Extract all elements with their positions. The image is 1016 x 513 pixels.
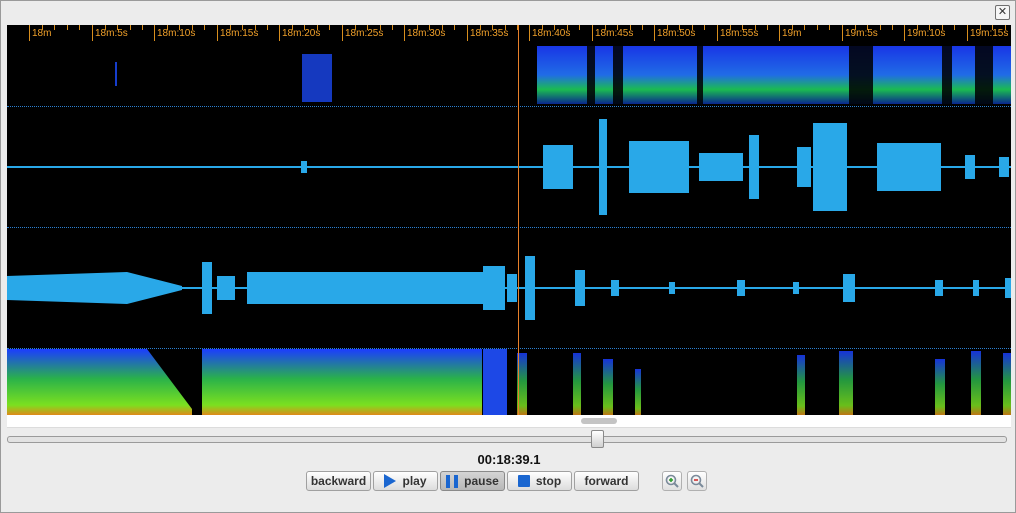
ruler-minor-tick <box>817 25 818 30</box>
ruler-tick-label: 18m:5s <box>95 28 128 39</box>
ruler-tick-label: 19m:15s <box>970 28 1009 39</box>
forward-label: forward <box>584 474 629 488</box>
bottom-spectrogram-graphic <box>7 349 1011 415</box>
ruler-tick <box>967 25 968 41</box>
waveform-2-graphic <box>7 256 1011 320</box>
ruler-tick <box>717 25 718 41</box>
playhead-cursor[interactable] <box>518 25 519 415</box>
pause-icon <box>446 474 459 488</box>
pause-button[interactable]: pause <box>440 471 505 491</box>
ruler-minor-tick <box>267 25 268 30</box>
ruler-minor-tick <box>579 25 580 30</box>
ruler-minor-tick <box>704 25 705 30</box>
ruler-minor-tick <box>142 25 143 30</box>
ruler-minor-tick <box>392 25 393 30</box>
ruler-minor-tick <box>829 25 830 30</box>
ruler-tick-label: 18m:45s <box>595 28 634 39</box>
zoom-out-icon[interactable] <box>687 471 707 491</box>
play-label: play <box>402 474 427 488</box>
ruler-tick-label: 19m:5s <box>845 28 878 39</box>
stop-label: stop <box>535 474 562 488</box>
ruler-tick <box>779 25 780 41</box>
ruler-minor-tick <box>880 25 881 30</box>
ruler-minor-tick <box>767 25 768 30</box>
scrollbar-thumb[interactable] <box>581 418 617 424</box>
close-icon[interactable]: ✕ <box>995 5 1010 20</box>
ruler-tick-label: 18m <box>32 28 52 39</box>
track-viewer[interactable]: 18m 18m:5s 18m:10s 18m:15s 18m:20s 18m:25s 18m… <box>7 25 1011 415</box>
ruler-minor-tick <box>130 25 131 30</box>
ruler-tick <box>404 25 405 41</box>
ruler-tick <box>154 25 155 41</box>
ruler-tick <box>842 25 843 41</box>
waveform-1 <box>7 107 1011 227</box>
time-ruler: 18m 18m:5s 18m:10s 18m:15s 18m:20s 18m:25s 18m… <box>7 25 1011 41</box>
stop-button[interactable]: stop <box>507 471 572 491</box>
play-icon <box>384 474 397 488</box>
ruler-tick-label: 18m:50s <box>657 28 696 39</box>
forward-button[interactable]: forward <box>574 471 639 491</box>
top-spectrogram-graphic <box>115 42 1011 106</box>
stop-icon <box>517 475 530 487</box>
horizontal-scrollbar[interactable] <box>7 415 1011 428</box>
position-slider[interactable] <box>7 436 1007 443</box>
ruler-tick <box>904 25 905 41</box>
backward-label: backward <box>310 474 367 488</box>
zoom-in-icon[interactable] <box>662 471 682 491</box>
ruler-minor-tick <box>329 25 330 30</box>
ruler-minor-tick <box>954 25 955 30</box>
backward-button[interactable]: backward <box>306 471 371 491</box>
ruler-minor-tick <box>67 25 68 30</box>
ruler-tick-label: 19m:10s <box>907 28 946 39</box>
pause-label: pause <box>464 474 499 488</box>
audio-viewer-window: ✕ 18m 18m:5s 18m:10s 18m:15s 18m:20s 18m:25s 1… <box>0 0 1016 513</box>
ruler-tick-label: 18m:30s <box>407 28 446 39</box>
waveform-1-graphic <box>7 119 1011 215</box>
ruler-tick <box>467 25 468 41</box>
ruler-tick-label: 18m:20s <box>282 28 321 39</box>
current-time: 00:18:39.1 <box>477 452 541 467</box>
ruler-minor-tick <box>79 25 80 30</box>
ruler-tick <box>342 25 343 41</box>
top-spectrogram <box>7 42 1011 106</box>
ruler-minor-tick <box>454 25 455 30</box>
ruler-minor-tick <box>892 25 893 30</box>
ruler-minor-tick <box>642 25 643 30</box>
ruler-tick <box>654 25 655 41</box>
ruler-tick <box>529 25 530 41</box>
ruler-tick-label: 18m:25s <box>345 28 384 39</box>
ruler-tick-label: 18m:55s <box>720 28 759 39</box>
ruler-tick-label: 18m:15s <box>220 28 259 39</box>
ruler-tick-label: 19m <box>782 28 802 39</box>
ruler-tick <box>279 25 280 41</box>
ruler-tick-label: 18m:10s <box>157 28 196 39</box>
ruler-tick <box>217 25 218 41</box>
position-slider-knob[interactable] <box>591 430 604 448</box>
bottom-spectrogram <box>7 349 1011 415</box>
ruler-tick <box>29 25 30 41</box>
ruler-tick-label: 18m:40s <box>532 28 571 39</box>
play-button[interactable]: play <box>373 471 438 491</box>
waveform-2 <box>7 228 1011 348</box>
ruler-tick <box>592 25 593 41</box>
ruler-tick <box>92 25 93 41</box>
ruler-minor-tick <box>204 25 205 30</box>
ruler-tick-label: 18m:35s <box>470 28 509 39</box>
ruler-minor-tick <box>54 25 55 30</box>
ruler-minor-tick <box>804 25 805 30</box>
